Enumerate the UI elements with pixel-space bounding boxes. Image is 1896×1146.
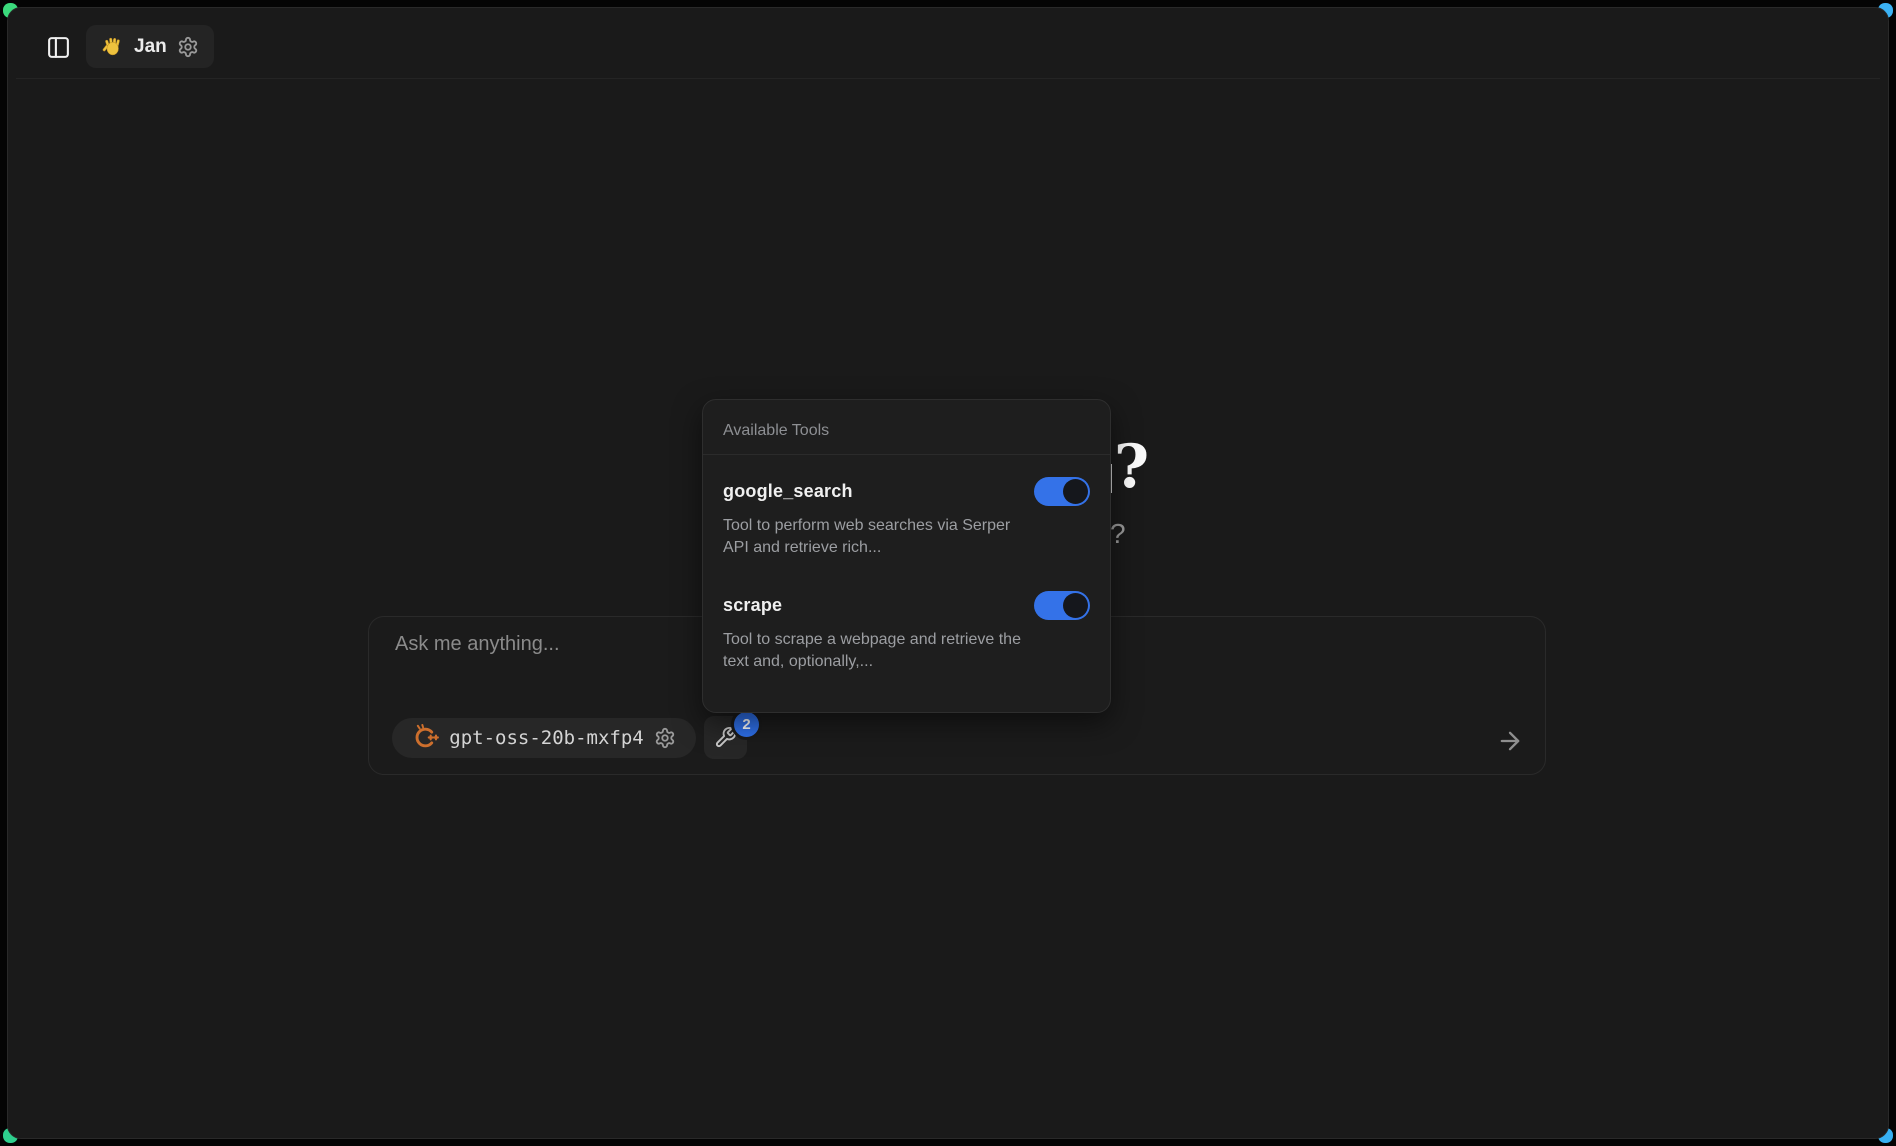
popover-title: Available Tools	[703, 400, 1110, 455]
tool-row-scrape: scrape Tool to scrape a webpage and retr…	[723, 591, 1090, 673]
tools-button[interactable]: 2	[704, 716, 747, 759]
waving-hand-icon	[101, 35, 124, 58]
popover-body: google_search Tool to perform web search…	[703, 455, 1110, 695]
chat-input-controls: gpt-oss-20b-mxfp4 2	[392, 716, 747, 759]
app-home-button[interactable]: Jan	[86, 25, 214, 68]
toggle-knob	[1063, 593, 1088, 618]
send-button[interactable]	[1493, 724, 1527, 758]
gear-icon	[177, 36, 199, 58]
desktop-background: Jan ? ?	[0, 0, 1896, 1146]
tool-name: google_search	[723, 481, 853, 502]
hidden-subtitle-fragment: ?	[1110, 517, 1126, 551]
llamacpp-icon	[412, 724, 439, 751]
tools-count-badge: 2	[731, 709, 762, 740]
model-settings-gear-icon[interactable]	[654, 727, 676, 749]
app-title: Jan	[134, 36, 167, 58]
model-name: gpt-oss-20b-mxfp4	[449, 727, 643, 749]
app-window: Jan ? ?	[7, 7, 1889, 1139]
tool-name: scrape	[723, 595, 782, 616]
tool-toggle[interactable]	[1034, 591, 1090, 620]
toggle-knob	[1063, 479, 1088, 504]
panel-left-icon	[46, 35, 71, 60]
available-tools-popover: Available Tools google_search Tool to pe…	[702, 399, 1111, 713]
arrow-right-icon	[1496, 727, 1524, 755]
tool-row-google-search: google_search Tool to perform web search…	[723, 477, 1090, 559]
header-divider	[16, 78, 1880, 79]
tool-toggle[interactable]	[1034, 477, 1090, 506]
hidden-heading-fragment: ?	[1114, 437, 1149, 497]
model-selector-button[interactable]: gpt-oss-20b-mxfp4	[392, 718, 696, 758]
sidebar-toggle-button[interactable]	[42, 31, 74, 63]
tool-description: Tool to perform web searches via Serper …	[723, 515, 1025, 559]
tool-description: Tool to scrape a webpage and retrieve th…	[723, 629, 1025, 673]
